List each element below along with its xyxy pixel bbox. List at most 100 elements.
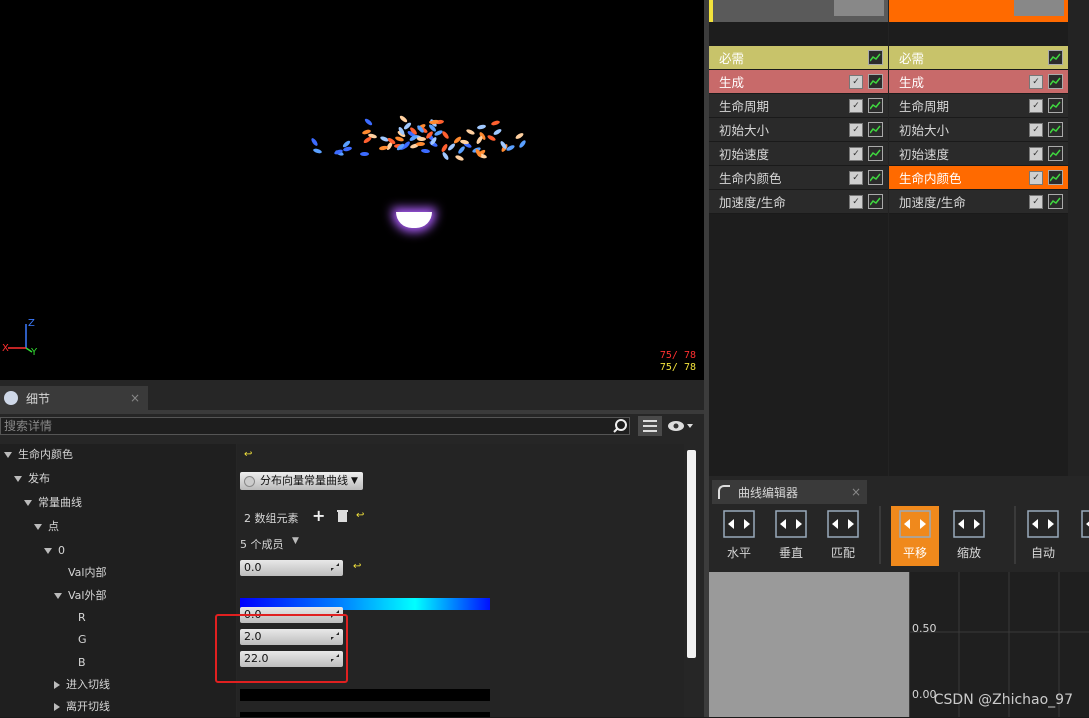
eye-icon[interactable] <box>668 419 694 436</box>
tree-row[interactable]: 常量曲线 <box>24 492 82 514</box>
tree-row[interactable]: G <box>78 629 87 651</box>
close-icon[interactable]: × <box>851 485 861 499</box>
collapse-arrow-icon[interactable] <box>34 524 42 530</box>
expand-arrow-icon[interactable] <box>54 680 60 689</box>
enable-checkbox[interactable]: ✓ <box>1029 170 1043 185</box>
emitter-module-row[interactable]: 初始大小 ✓ <box>889 118 1068 142</box>
tree-row[interactable]: 离开切线 <box>54 696 110 718</box>
chevron-down-icon[interactable]: ▼ <box>292 536 299 546</box>
emitter-module-row[interactable]: 必需 <box>889 46 1068 70</box>
enable-checkbox[interactable]: ✓ <box>1029 98 1043 113</box>
curve-toggle-icon[interactable] <box>1048 194 1063 209</box>
emitter-module-row[interactable]: 生命周期 ✓ <box>889 94 1068 118</box>
collapse-arrow-icon[interactable] <box>4 452 12 458</box>
expand-arrow-icon[interactable] <box>54 703 60 712</box>
curve-toggle-icon[interactable] <box>868 170 883 185</box>
particle-preview-viewport[interactable]: Z X Y 75/ 78 75/ 78 <box>0 0 704 380</box>
emitter-thumbnail <box>834 0 884 16</box>
module-label: 生成 <box>719 75 745 90</box>
tree-row[interactable]: Val外部 <box>54 585 106 607</box>
tool-button-2[interactable]: 垂直 <box>767 506 815 566</box>
val-in-field[interactable]: 0.0 <box>240 560 343 576</box>
tree-row[interactable]: 0 <box>44 540 65 562</box>
emitter-module-row[interactable]: 生成 ✓ <box>709 70 888 94</box>
emitter-module-row[interactable]: 生命内颜色 ✓ <box>709 166 888 190</box>
enable-checkbox[interactable]: ✓ <box>849 194 863 209</box>
emitter-module-row[interactable]: 生成 ✓ <box>889 70 1068 94</box>
enable-checkbox[interactable]: ✓ <box>1029 74 1043 89</box>
search-input[interactable]: 搜索详情 <box>0 417 630 435</box>
enable-checkbox[interactable]: ✓ <box>849 98 863 113</box>
curve-toggle-icon[interactable] <box>868 74 883 89</box>
curve-toggle-icon[interactable] <box>868 50 883 65</box>
tree-row[interactable]: 进入切线 <box>54 674 110 696</box>
emitter-module-row[interactable]: 加速度/生命 ✓ <box>709 190 888 214</box>
enable-checkbox[interactable]: ✓ <box>1029 194 1043 209</box>
curve-toggle-icon[interactable] <box>868 194 883 209</box>
tool-button-6[interactable]: 自动 <box>1019 506 1067 566</box>
tree-row[interactable]: Val内部 <box>68 562 106 584</box>
tab-details-label: 细节 <box>26 391 51 406</box>
tree-row[interactable]: 点 <box>34 516 59 538</box>
emitter-module-row[interactable]: 初始大小 ✓ <box>709 118 888 142</box>
arrive-tangent-preview[interactable] <box>240 689 490 701</box>
collapse-arrow-icon[interactable] <box>24 500 32 506</box>
collapse-arrow-icon[interactable] <box>44 548 52 554</box>
curve-toggle-icon[interactable] <box>1048 74 1063 89</box>
curve-toggle-icon[interactable] <box>1048 122 1063 137</box>
enable-checkbox[interactable]: ✓ <box>849 74 863 89</box>
reset-icon[interactable]: ↩ <box>356 510 364 521</box>
emitter-header[interactable] <box>709 0 888 22</box>
tool-button-4[interactable]: 平移 <box>891 506 939 566</box>
curve-toggle-icon[interactable] <box>1048 146 1063 161</box>
curve-toggle-icon[interactable] <box>1048 170 1063 185</box>
emitter-module-row[interactable]: 生命周期 ✓ <box>709 94 888 118</box>
tree-row[interactable]: R <box>78 607 86 629</box>
enable-checkbox[interactable]: ✓ <box>849 170 863 185</box>
view-options-icon[interactable] <box>638 416 662 436</box>
reset-icon[interactable]: ↩ <box>244 449 252 460</box>
reset-icon[interactable]: ↩ <box>353 561 361 572</box>
particle-spark <box>441 130 450 140</box>
curve-toggle-icon[interactable] <box>868 146 883 161</box>
collapse-arrow-icon[interactable] <box>14 476 22 482</box>
emitter-header[interactable] <box>889 0 1068 22</box>
curve-toggle-icon[interactable] <box>1048 98 1063 113</box>
tree-row[interactable]: 发布 <box>14 468 50 490</box>
tool-button-7[interactable]: 自 <box>1073 506 1089 566</box>
emitter-module-row[interactable]: 初始速度 ✓ <box>889 142 1068 166</box>
close-icon[interactable]: × <box>130 391 140 405</box>
particle-spark <box>309 137 319 148</box>
curve-toggle-icon[interactable] <box>868 122 883 137</box>
curve-toggle-icon[interactable] <box>868 98 883 113</box>
collapse-arrow-icon[interactable] <box>54 592 62 599</box>
curve-toggle-icon[interactable] <box>1048 50 1063 65</box>
distribution-dropdown[interactable]: 分布向量常量曲线 ▼ <box>240 472 363 490</box>
tool-button-1[interactable]: 水平 <box>715 506 763 566</box>
spin-icon <box>331 563 339 571</box>
enable-checkbox[interactable]: ✓ <box>849 146 863 161</box>
tree-row[interactable]: 生命内颜色 <box>4 444 73 466</box>
emitter-module-row[interactable]: 必需 <box>709 46 888 70</box>
leave-tangent-preview[interactable] <box>240 712 490 717</box>
search-icon[interactable] <box>612 418 628 437</box>
emitter-module-row[interactable]: 初始速度 ✓ <box>709 142 888 166</box>
enable-checkbox[interactable]: ✓ <box>1029 122 1043 137</box>
tree-row[interactable]: B <box>78 652 86 674</box>
emitter-module-row[interactable]: 加速度/生命 ✓ <box>889 190 1068 214</box>
particle-spark <box>398 114 408 123</box>
scrollbar-track[interactable] <box>684 444 704 717</box>
tab-curve-editor[interactable]: 曲线编辑器 × <box>712 480 867 504</box>
enable-checkbox[interactable]: ✓ <box>1029 146 1043 161</box>
delete-icon[interactable] <box>337 509 348 525</box>
module-label: 生命内颜色 <box>719 171 782 186</box>
scrollbar-thumb[interactable] <box>687 450 696 658</box>
tool-button-3[interactable]: 匹配 <box>819 506 867 566</box>
tool-button-5[interactable]: 缩放 <box>945 506 993 566</box>
chevron-down-icon: ▼ <box>351 476 358 486</box>
tree-label: R <box>78 610 86 624</box>
add-element-icon[interactable]: + <box>312 506 325 525</box>
enable-checkbox[interactable]: ✓ <box>849 122 863 137</box>
emitter-module-row[interactable]: 生命内颜色 ✓ <box>889 166 1068 190</box>
tab-details[interactable]: 细节 × <box>0 386 148 410</box>
